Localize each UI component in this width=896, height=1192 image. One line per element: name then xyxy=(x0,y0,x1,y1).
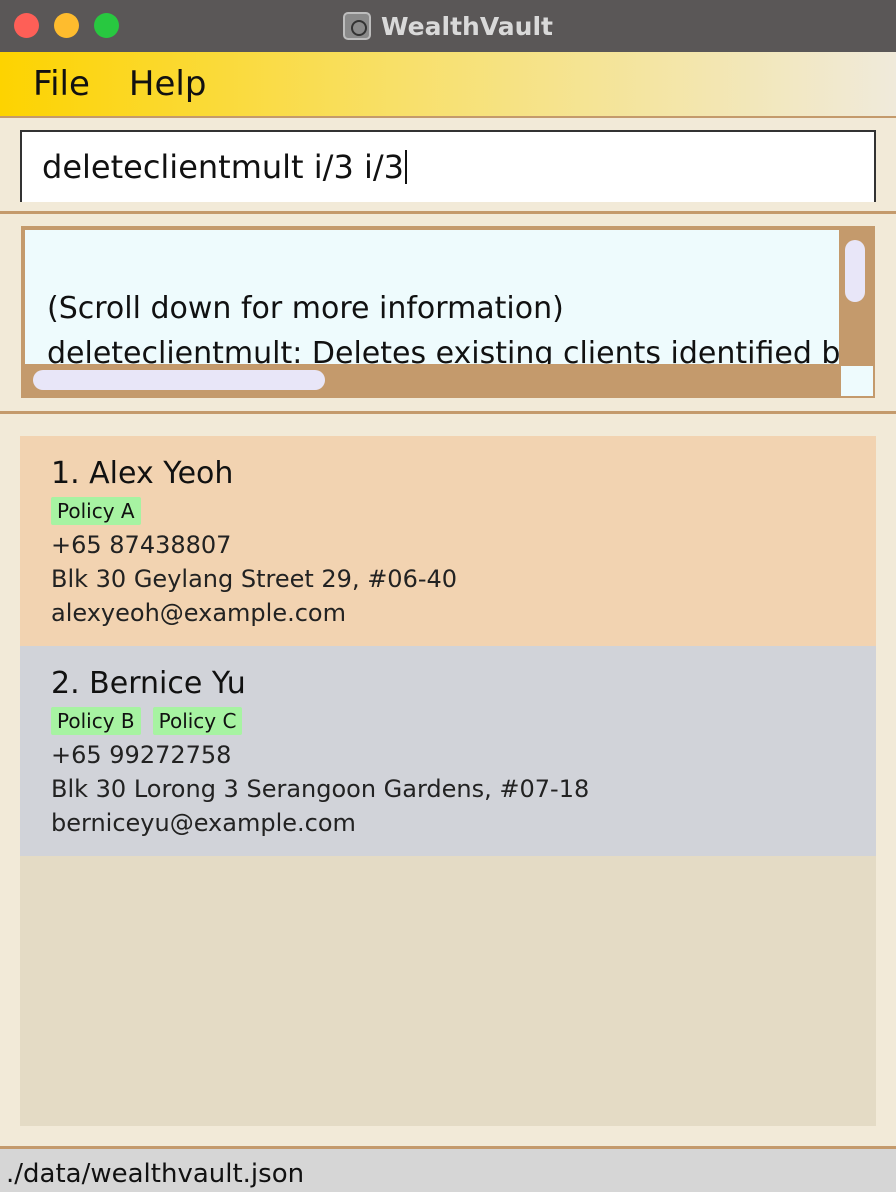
policy-tag: Policy A xyxy=(51,497,141,525)
window-title-group: WealthVault xyxy=(0,0,896,52)
client-phone: +65 99272758 xyxy=(51,741,232,769)
client-email: berniceyu@example.com xyxy=(51,809,356,837)
policy-tag: Policy B xyxy=(51,707,141,735)
command-box-container: deleteclientmult i/3 i/3 xyxy=(0,118,896,214)
menu-help[interactable]: Help xyxy=(129,64,207,104)
title-bar: WealthVault xyxy=(0,0,896,52)
vertical-scrollbar-thumb[interactable] xyxy=(845,240,865,302)
client-tags: Policy A xyxy=(51,494,876,528)
client-list[interactable]: 1. Alex Yeoh Policy A +65 87438807 Blk 3… xyxy=(20,436,876,1126)
client-phone: +65 87438807 xyxy=(51,531,232,559)
vault-icon xyxy=(343,12,371,40)
scrollbar-corner xyxy=(841,366,873,396)
result-line-1: (Scroll down for more information) xyxy=(47,291,564,326)
result-text-area[interactable]: (Scroll down for more information) delet… xyxy=(25,230,839,364)
client-card[interactable]: 2. Bernice Yu Policy B Policy C +65 9927… xyxy=(20,646,876,856)
result-line-2: deleteclientmult: Deletes existing clien… xyxy=(47,336,839,364)
client-tags: Policy B Policy C xyxy=(51,704,876,738)
status-bar: ./data/wealthvault.json xyxy=(0,1146,896,1192)
client-name: 2. Bernice Yu xyxy=(51,666,246,701)
client-address: Blk 30 Geylang Street 29, #06-40 xyxy=(51,565,458,593)
data-file-path: ./data/wealthvault.json xyxy=(6,1159,305,1189)
client-card[interactable]: 1. Alex Yeoh Policy A +65 87438807 Blk 3… xyxy=(20,436,876,646)
horizontal-scrollbar-thumb[interactable] xyxy=(33,370,325,390)
menu-bar: File Help xyxy=(0,52,896,118)
result-display: (Scroll down for more information) delet… xyxy=(21,226,875,398)
client-email: alexyeoh@example.com xyxy=(51,599,346,627)
result-display-container: (Scroll down for more information) delet… xyxy=(0,214,896,414)
policy-tag: Policy C xyxy=(152,707,243,735)
command-input[interactable]: deleteclientmult i/3 i/3 xyxy=(20,130,876,202)
command-text: deleteclientmult i/3 i/3 xyxy=(42,148,404,186)
text-caret xyxy=(405,150,407,184)
client-address: Blk 30 Lorong 3 Serangoon Gardens, #07-1… xyxy=(51,775,590,803)
window-title: WealthVault xyxy=(381,11,553,41)
menu-file[interactable]: File xyxy=(33,64,90,104)
client-name: 1. Alex Yeoh xyxy=(51,456,234,491)
